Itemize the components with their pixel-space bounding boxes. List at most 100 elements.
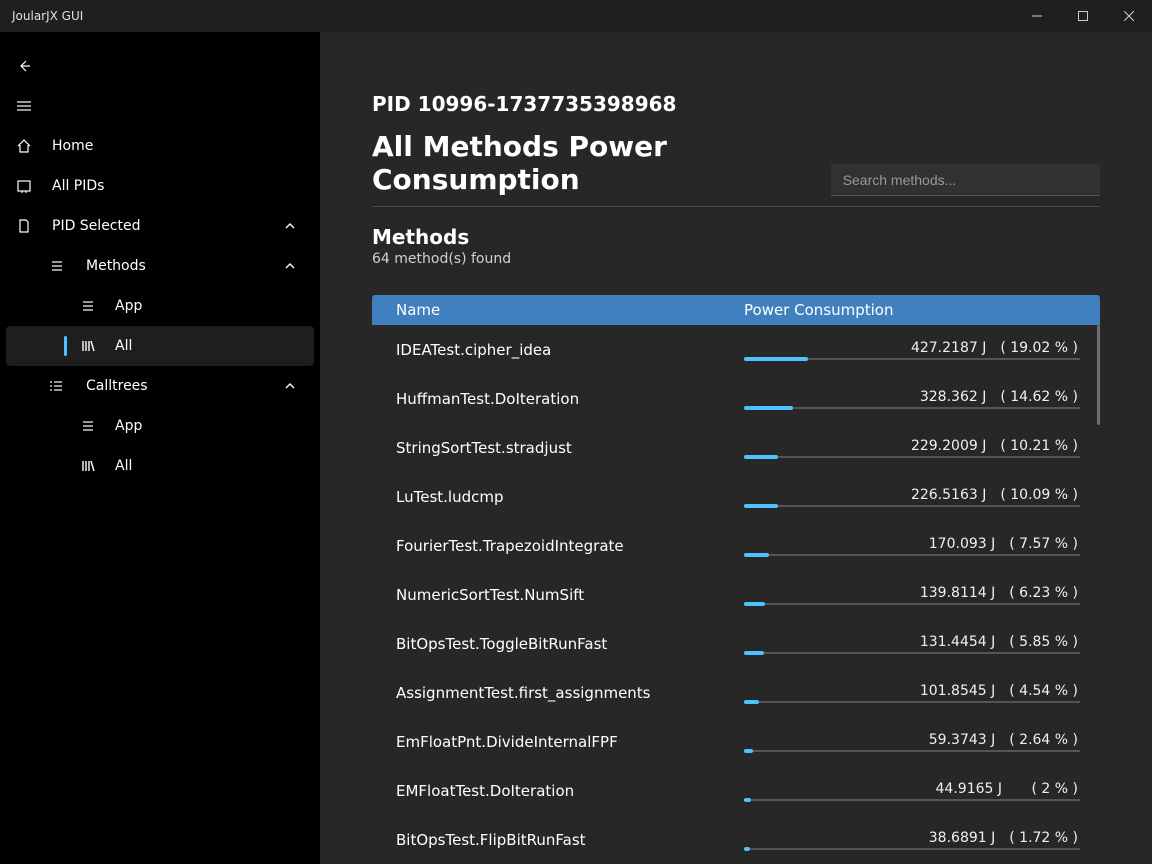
percent-value: ( 6.23 % ) [1009, 585, 1078, 601]
methods-count: 64 method(s) found [372, 251, 1100, 267]
method-power: 38.6891 J ( 1.72 % ) [744, 830, 1100, 850]
nav-pid-selected[interactable]: PID Selected [0, 206, 320, 246]
percent-value: ( 1.72 % ) [1009, 830, 1078, 846]
power-bar-fg [744, 749, 753, 753]
table-row[interactable]: LuTest.ludcmp 226.5163 J ( 10.09 % ) [372, 472, 1100, 521]
percent-value: ( 7.57 % ) [1009, 536, 1078, 552]
nav-methods-all-label: All [115, 338, 132, 354]
nav-home[interactable]: Home [0, 126, 320, 166]
method-name: LuTest.ludcmp [396, 488, 744, 506]
power-bar-fg [744, 847, 750, 851]
method-power: 226.5163 J ( 10.09 % ) [744, 487, 1100, 507]
main-content: PID 10996-1737735398968 All Methods Powe… [320, 32, 1152, 864]
joules-value: 38.6891 J [929, 830, 995, 846]
search-input[interactable] [831, 164, 1100, 196]
method-name: NumericSortTest.NumSift [396, 586, 744, 604]
table-row[interactable]: BitOpsTest.ToggleBitRunFast 131.4454 J (… [372, 619, 1100, 668]
power-bar-fg [744, 798, 751, 802]
table-row[interactable]: EmFloatPnt.DivideInternalFPF 59.3743 J (… [372, 717, 1100, 766]
power-bar-bg [744, 848, 1080, 850]
power-bar-fg [744, 602, 765, 606]
method-name: BitOpsTest.ToggleBitRunFast [396, 635, 744, 653]
library-icon [80, 338, 96, 354]
methods-heading: Methods [372, 225, 1100, 249]
chevron-up-icon [282, 218, 298, 234]
titlebar: JoularJX GUI [0, 0, 1152, 32]
table-row[interactable]: EMFloatTest.DoIteration 44.9165 J ( 2 % … [372, 766, 1100, 815]
nav-calltrees-app[interactable]: App [0, 406, 320, 446]
nav-home-label: Home [52, 138, 93, 154]
minimize-button[interactable] [1014, 0, 1060, 32]
joules-value: 328.362 J [920, 389, 986, 405]
hamburger-button[interactable] [0, 86, 320, 126]
nav-pid-selected-label: PID Selected [52, 218, 141, 234]
table-row[interactable]: BitOpsTest.FlipBitRunFast 38.6891 J ( 1.… [372, 815, 1100, 864]
method-name: IDEATest.cipher_idea [396, 341, 744, 359]
method-power: 131.4454 J ( 5.85 % ) [744, 634, 1100, 654]
power-bar-bg [744, 358, 1080, 360]
nav-methods-all[interactable]: All [6, 326, 314, 366]
table-row[interactable]: NumericSortTest.NumSift 139.8114 J ( 6.2… [372, 570, 1100, 619]
sidebar: Home All PIDs PID Selected Methods [0, 32, 320, 864]
power-bar-bg [744, 603, 1080, 605]
table-header: Name Power Consumption [372, 295, 1100, 325]
table-row[interactable]: IDEATest.cipher_idea 427.2187 J ( 19.02 … [372, 325, 1100, 374]
window-controls [1014, 0, 1152, 32]
window-title: JoularJX GUI [12, 9, 83, 23]
percent-value: ( 4.54 % ) [1009, 683, 1078, 699]
arrow-left-icon [16, 58, 32, 74]
col-name[interactable]: Name [396, 301, 744, 319]
method-power: 139.8114 J ( 6.23 % ) [744, 585, 1100, 605]
app-icon [80, 298, 96, 314]
table-body[interactable]: IDEATest.cipher_idea 427.2187 J ( 19.02 … [372, 325, 1100, 864]
chevron-up-icon [282, 378, 298, 394]
library-icon [80, 458, 96, 474]
power-bar-bg [744, 505, 1080, 507]
list-icon [48, 258, 64, 274]
power-bar-fg [744, 553, 769, 557]
power-bar-fg [744, 357, 808, 361]
method-name: StringSortTest.stradjust [396, 439, 744, 457]
maximize-button[interactable] [1060, 0, 1106, 32]
nav-methods-app-label: App [115, 298, 142, 314]
joules-value: 427.2187 J [911, 340, 986, 356]
document-icon [16, 218, 32, 234]
method-name: HuffmanTest.DoIteration [396, 390, 744, 408]
method-name: EmFloatPnt.DivideInternalFPF [396, 733, 744, 751]
tree-icon [48, 378, 64, 394]
percent-value: ( 10.21 % ) [1000, 438, 1078, 454]
home-icon [16, 138, 32, 154]
back-button[interactable] [0, 46, 320, 86]
table-row[interactable]: FourierTest.TrapezoidIntegrate 170.093 J… [372, 521, 1100, 570]
percent-value: ( 2.64 % ) [1009, 732, 1078, 748]
nav-methods-label: Methods [86, 258, 146, 274]
chevron-up-icon [282, 258, 298, 274]
col-power[interactable]: Power Consumption [744, 301, 893, 319]
percent-value: ( 10.09 % ) [1000, 487, 1078, 503]
power-bar-bg [744, 799, 1080, 801]
table-row[interactable]: StringSortTest.stradjust 229.2009 J ( 10… [372, 423, 1100, 472]
table-row[interactable]: AssignmentTest.first_assignments 101.854… [372, 668, 1100, 717]
table-row[interactable]: HuffmanTest.DoIteration 328.362 J ( 14.6… [372, 374, 1100, 423]
power-bar-fg [744, 651, 764, 655]
power-bar-fg [744, 700, 759, 704]
nav-calltrees-all-label: All [115, 458, 132, 474]
percent-value: ( 2 % ) [1016, 781, 1078, 797]
power-bar-fg [744, 455, 778, 459]
power-bar-bg [744, 407, 1080, 409]
power-bar-fg [744, 406, 793, 410]
power-bar-bg [744, 652, 1080, 654]
close-button[interactable] [1106, 0, 1152, 32]
nav-all-pids[interactable]: All PIDs [0, 166, 320, 206]
scrollbar-thumb[interactable] [1097, 325, 1100, 425]
nav-methods-app[interactable]: App [0, 286, 320, 326]
pid-title: PID 10996-1737735398968 [372, 92, 1100, 116]
hamburger-icon [16, 98, 32, 114]
nav-calltrees-all[interactable]: All [0, 446, 320, 486]
joules-value: 101.8545 J [920, 683, 995, 699]
nav-calltrees[interactable]: Calltrees [0, 366, 320, 406]
app-icon [80, 418, 96, 434]
method-name: EMFloatTest.DoIteration [396, 782, 744, 800]
method-name: FourierTest.TrapezoidIntegrate [396, 537, 744, 555]
nav-methods[interactable]: Methods [0, 246, 320, 286]
